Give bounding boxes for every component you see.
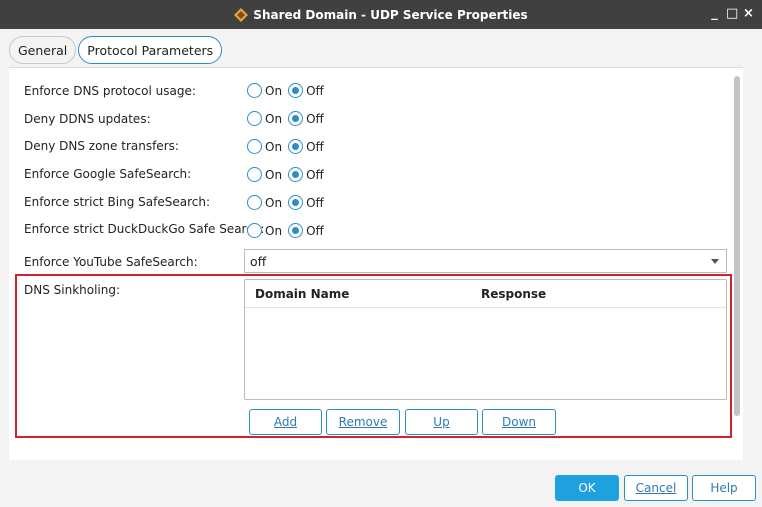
google-safesearch-radio-group: On Off [247,167,330,182]
enforce-dns-on-radio[interactable] [247,83,262,98]
bing-safesearch-on-radio[interactable] [247,195,262,210]
column-header-response[interactable]: Response [471,287,546,301]
youtube-safesearch-select[interactable]: off [244,249,727,273]
bing-safesearch-label: Enforce strict Bing SafeSearch: [24,195,211,209]
youtube-safesearch-label: Enforce YouTube SafeSearch: [24,255,198,269]
deny-ddns-off-label: Off [306,111,324,126]
deny-zone-transfers-off-radio[interactable] [288,139,304,154]
deny-zone-transfers-on-radio[interactable] [247,139,262,154]
protocol-parameters-panel: Enforce DNS protocol usage: On Off Deny … [9,67,743,460]
deny-ddns-on-radio[interactable] [247,111,262,126]
add-button[interactable]: Add [249,409,322,435]
bing-safesearch-off-label: Off [306,195,324,210]
chevron-down-icon [711,259,719,264]
maximize-icon[interactable]: □ [726,6,738,21]
youtube-safesearch-value: off [250,253,267,269]
duckduckgo-safesearch-on-radio[interactable] [247,223,262,238]
duckduckgo-safesearch-label: Enforce strict DuckDuckGo Safe Search: [24,222,265,236]
enforce-dns-off-radio[interactable] [288,83,304,98]
deny-ddns-label: Deny DDNS updates: [24,112,151,126]
deny-zone-transfers-label: Deny DNS zone transfers: [24,139,179,153]
column-header-domain-name[interactable]: Domain Name [245,287,471,301]
tab-protocol-parameters[interactable]: Protocol Parameters [78,36,223,64]
up-button[interactable]: Up [405,409,478,435]
deny-ddns-on-label: On [265,111,283,126]
dns-sinkholing-table[interactable]: Domain Name Response [244,279,727,400]
enforce-dns-off-label: Off [306,83,324,98]
duckduckgo-safesearch-off-radio[interactable] [288,223,304,238]
duckduckgo-safesearch-on-label: On [265,223,283,238]
ok-button[interactable]: OK [555,475,619,501]
title-bar: Shared Domain - UDP Service Properties _… [0,0,762,29]
window-title: Shared Domain - UDP Service Properties [253,7,528,22]
dns-sinkholing-label: DNS Sinkholing: [24,283,121,297]
deny-zone-transfers-radio-group: On Off [247,139,330,154]
tab-bar: General Protocol Parameters [9,36,223,64]
deny-ddns-off-radio[interactable] [288,111,304,126]
bing-safesearch-on-label: On [265,195,283,210]
bing-safesearch-radio-group: On Off [247,195,330,210]
deny-zone-transfers-on-label: On [265,139,283,154]
enforce-dns-radio-group: On Off [247,83,330,98]
vertical-scrollbar[interactable] [734,76,740,416]
help-button[interactable]: Help [692,475,756,501]
tab-general[interactable]: General [9,36,77,64]
google-safesearch-off-radio[interactable] [288,167,304,182]
enforce-dns-label: Enforce DNS protocol usage: [24,84,196,98]
duckduckgo-safesearch-off-label: Off [306,223,324,238]
minimize-icon[interactable]: _ [709,6,720,21]
google-safesearch-off-label: Off [306,167,324,182]
deny-ddns-radio-group: On Off [247,111,330,126]
down-button[interactable]: Down [482,409,556,435]
close-icon[interactable]: × [743,6,754,21]
google-safesearch-on-radio[interactable] [247,167,262,182]
deny-zone-transfers-off-label: Off [306,139,324,154]
table-header: Domain Name Response [245,280,726,308]
google-safesearch-label: Enforce Google SafeSearch: [24,167,192,181]
window-controls: _ □ × [709,6,754,21]
remove-button[interactable]: Remove [326,409,400,435]
enforce-dns-on-label: On [265,83,283,98]
google-safesearch-on-label: On [265,167,283,182]
app-logo-icon [234,7,249,22]
duckduckgo-safesearch-radio-group: On Off [247,223,330,238]
cancel-button[interactable]: Cancel [624,475,688,501]
bing-safesearch-off-radio[interactable] [288,195,304,210]
